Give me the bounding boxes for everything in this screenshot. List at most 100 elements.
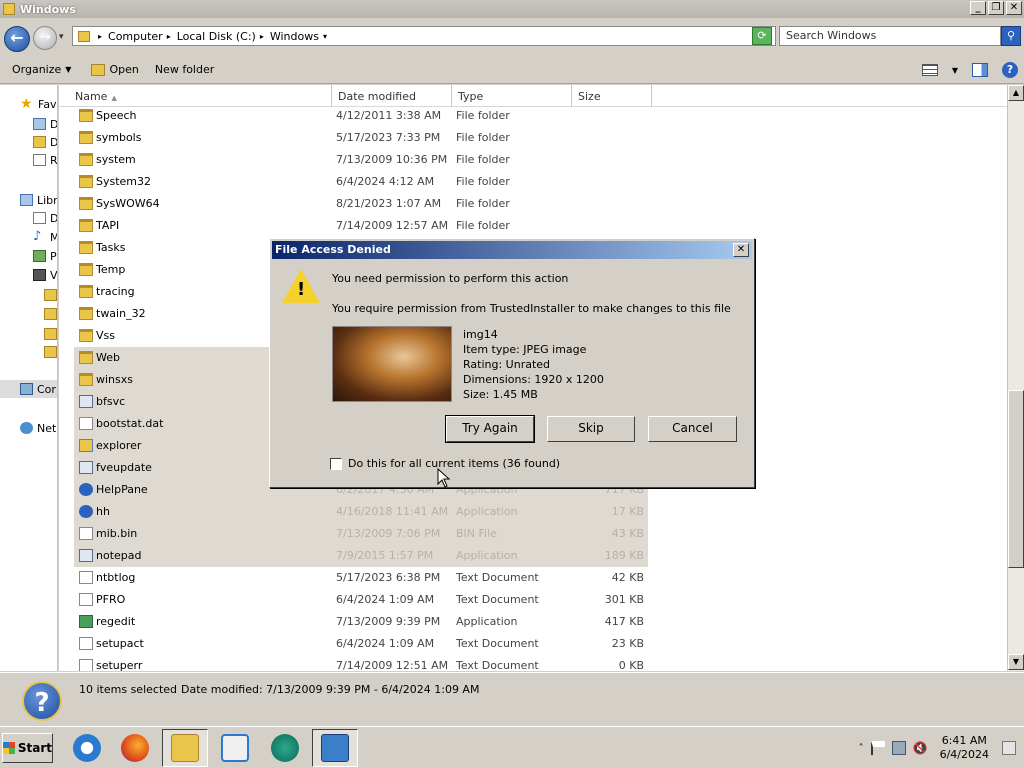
file-type: BIN File: [456, 527, 497, 540]
file-name: system: [96, 153, 136, 166]
table-row[interactable]: system 7/13/2009 10:36 PM File folder: [74, 149, 648, 171]
table-row[interactable]: setuperr 7/14/2009 12:51 AM Text Document 0…: [74, 655, 648, 671]
table-row[interactable]: hh 4/16/2018 11:41 AM Application 17 KB: [74, 501, 648, 523]
help-icon[interactable]: ?: [1002, 62, 1018, 78]
table-row[interactable]: symbols 5/17/2023 7:33 PM File folder: [74, 127, 648, 149]
table-row[interactable]: PFRO 6/4/2024 1:09 AM Text Document 301 KB: [74, 589, 648, 611]
nav-fav-item-1[interactable]: D: [33, 115, 57, 133]
skip-button[interactable]: Skip: [547, 416, 635, 442]
network-tray-icon[interactable]: [891, 741, 906, 755]
file-name: setuperr: [96, 659, 143, 671]
table-row[interactable]: ntbtlog 5/17/2023 6:38 PM Text Document 42 …: [74, 567, 648, 589]
search-input[interactable]: Search Windows: [779, 26, 1001, 46]
selection-count: 10 items selected: [79, 683, 178, 696]
file-icon: [79, 483, 93, 496]
file-name: twain_32: [96, 307, 146, 320]
nav-network[interactable]: Net: [20, 419, 56, 437]
apply-all-checkbox[interactable]: [330, 458, 342, 470]
system-tray: ˄ 🔇 6:41 AM 6/4/2024: [859, 731, 1024, 765]
views-icon[interactable]: [921, 64, 938, 76]
breadcrumb-local-disk[interactable]: Local Disk (C:) ▸: [177, 30, 264, 43]
taskbar-media-player[interactable]: [212, 729, 258, 767]
preview-pane-icon[interactable]: [972, 63, 988, 77]
file-name: Web: [96, 351, 120, 364]
address-bar[interactable]: ▸ Computer▸ Local Disk (C:)▸ Windows▾ ▾: [72, 26, 776, 46]
nav-lib-videos[interactable]: V: [33, 266, 57, 284]
taskbar-setup[interactable]: [312, 729, 358, 767]
column-type[interactable]: Type: [452, 85, 572, 107]
scroll-up-button[interactable]: ▲: [1008, 85, 1024, 101]
nav-fav-item-2[interactable]: D: [33, 133, 57, 151]
column-date-modified[interactable]: Date modified: [332, 85, 452, 107]
column-size[interactable]: Size: [572, 85, 652, 107]
views-dropdown[interactable]: ▼: [952, 66, 958, 75]
taskbar-internet-explorer[interactable]: [64, 729, 110, 767]
table-row[interactable]: regedit 7/13/2009 9:39 PM Application 417 K…: [74, 611, 648, 633]
start-button[interactable]: Start: [2, 733, 53, 763]
minimize-button[interactable]: _: [970, 1, 986, 15]
scroll-down-button[interactable]: ▼: [1008, 654, 1024, 670]
refresh-button[interactable]: ⟳: [752, 27, 772, 45]
dialog-title-bar: File Access Denied ✕: [272, 241, 752, 259]
volume-muted-icon[interactable]: 🔇: [913, 741, 928, 755]
dialog-close-button[interactable]: ✕: [733, 243, 749, 257]
nav-lib-pictures[interactable]: P: [33, 247, 57, 265]
action-center-flag-icon[interactable]: [870, 741, 885, 755]
table-row[interactable]: notepad 7/9/2015 1:57 PM Application 189 KB: [74, 545, 648, 567]
taskbar-explorer[interactable]: [162, 729, 208, 767]
nav-lib-documents[interactable]: D: [33, 209, 57, 227]
table-row[interactable]: SysWOW64 8/21/2023 1:07 AM File folder: [74, 193, 648, 215]
column-headers: Name ▲ Date modified Type Size: [59, 85, 1007, 107]
table-row[interactable]: setupact 6/4/2024 1:09 AM Text Document 23 …: [74, 633, 648, 655]
breadcrumb-computer[interactable]: Computer ▸: [108, 30, 171, 43]
nav-computer[interactable]: Cor: [0, 380, 57, 398]
new-folder-button[interactable]: New folder: [149, 63, 220, 76]
nav-sub-folder-3[interactable]: [44, 325, 57, 343]
restore-button[interactable]: ❐: [988, 1, 1004, 15]
try-again-button[interactable]: Try Again: [446, 416, 534, 442]
show-hidden-icons[interactable]: ˄: [859, 743, 864, 754]
clock[interactable]: 6:41 AM 6/4/2024: [940, 734, 989, 762]
show-desktop-icon[interactable]: [1002, 741, 1016, 755]
search-icon[interactable]: ⚲: [1001, 26, 1021, 46]
open-button[interactable]: Open: [85, 63, 144, 76]
window-controls: _ ❐ ✕: [970, 1, 1022, 15]
cancel-button[interactable]: Cancel: [648, 416, 737, 442]
nav-lib-music[interactable]: ♪M: [33, 228, 57, 246]
date-modified-range: Date modified: 7/13/2009 9:39 PM - 6/4/2…: [181, 683, 480, 696]
table-row[interactable]: mib.bin 7/13/2009 7:06 PM BIN File 43 KB: [74, 523, 648, 545]
file-access-denied-dialog: File Access Denied ✕ ! You need permissi…: [269, 238, 755, 488]
table-row[interactable]: Speech 4/12/2011 3:38 AM File folder: [74, 105, 648, 127]
taskbar-firefox[interactable]: [112, 729, 158, 767]
nav-favorites[interactable]: ★ Fav: [20, 95, 57, 113]
file-type: Application: [456, 615, 518, 628]
nav-fav-item-3[interactable]: R: [33, 151, 57, 169]
column-name[interactable]: Name ▲: [69, 85, 332, 107]
nav-libraries[interactable]: Libr: [20, 191, 57, 209]
setup-icon: [321, 734, 349, 762]
nav-sub-folder-2[interactable]: [44, 305, 57, 323]
file-name: winsxs: [96, 373, 133, 386]
file-date: 7/9/2015 1:57 PM: [336, 549, 434, 562]
file-name: explorer: [96, 439, 142, 452]
back-button[interactable]: ←: [4, 26, 30, 52]
breadcrumb-windows[interactable]: Windows ▾: [270, 30, 327, 43]
scroll-thumb[interactable]: [1008, 390, 1024, 568]
nav-sub-folder-4[interactable]: [44, 343, 57, 361]
internet-explorer-icon: [73, 734, 101, 762]
nav-sub-folder-1[interactable]: [44, 286, 57, 304]
close-button[interactable]: ✕: [1006, 1, 1022, 15]
vertical-scrollbar[interactable]: ▲ ▼: [1007, 85, 1024, 671]
recent-places-icon: [33, 154, 46, 166]
file-name: TAPI: [96, 219, 120, 232]
folder-icon: [79, 153, 93, 166]
table-row[interactable]: System32 6/4/2024 4:12 AM File folder: [74, 171, 648, 193]
taskbar-messenger[interactable]: [262, 729, 308, 767]
file-name: SysWOW64: [96, 197, 160, 210]
recent-pages-dropdown[interactable]: ▾: [59, 32, 64, 42]
organize-button[interactable]: Organize ▼: [6, 63, 77, 76]
forward-button[interactable]: →: [33, 26, 57, 50]
breadcrumb-root-arrow[interactable]: ▸: [98, 32, 102, 41]
table-row[interactable]: TAPI 7/14/2009 12:57 AM File folder: [74, 215, 648, 237]
apply-all-label[interactable]: Do this for all current items (36 found): [348, 457, 560, 470]
